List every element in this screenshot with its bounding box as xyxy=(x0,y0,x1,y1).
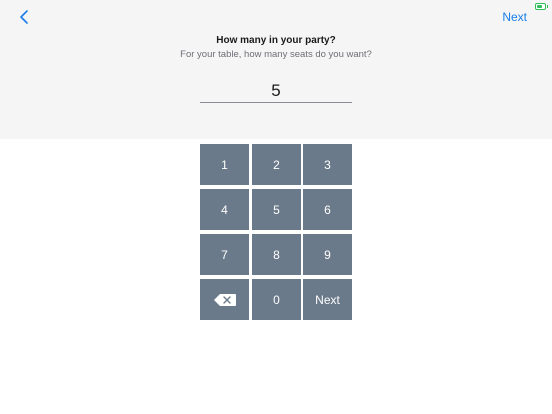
status-bar xyxy=(0,0,552,12)
key-6[interactable]: 6 xyxy=(303,189,352,230)
key-label: 9 xyxy=(324,247,331,262)
key-9[interactable]: 9 xyxy=(303,234,352,275)
key-label: 4 xyxy=(221,202,228,217)
key-label: 6 xyxy=(324,202,331,217)
key-0[interactable]: 0 xyxy=(252,279,301,320)
party-size-field[interactable]: 5 xyxy=(200,80,352,103)
next-key-label: Next xyxy=(315,292,340,307)
delete-key[interactable] xyxy=(200,279,249,320)
key-8[interactable]: 8 xyxy=(252,234,301,275)
key-3[interactable]: 3 xyxy=(303,144,352,185)
next-button-top[interactable]: Next xyxy=(502,10,527,24)
page-title: How many in your party? xyxy=(216,35,336,46)
chevron-left-icon xyxy=(16,8,34,26)
key-2[interactable]: 2 xyxy=(252,144,301,185)
key-label: 3 xyxy=(324,157,331,172)
back-button[interactable] xyxy=(16,8,34,26)
backspace-icon xyxy=(213,293,237,307)
key-label: 7 xyxy=(221,247,228,262)
key-label: 8 xyxy=(273,247,280,262)
key-7[interactable]: 7 xyxy=(200,234,249,275)
key-4[interactable]: 4 xyxy=(200,189,249,230)
key-label: 1 xyxy=(221,157,228,172)
key-1[interactable]: 1 xyxy=(200,144,249,185)
next-key[interactable]: Next xyxy=(303,279,352,320)
header-panel xyxy=(0,0,552,139)
page-subtitle: For your table, how many seats do you wa… xyxy=(180,49,372,60)
key-label: 5 xyxy=(273,202,280,217)
battery-icon xyxy=(535,3,548,10)
key-5[interactable]: 5 xyxy=(252,189,301,230)
key-label: 0 xyxy=(273,292,280,307)
key-label: 2 xyxy=(273,157,280,172)
